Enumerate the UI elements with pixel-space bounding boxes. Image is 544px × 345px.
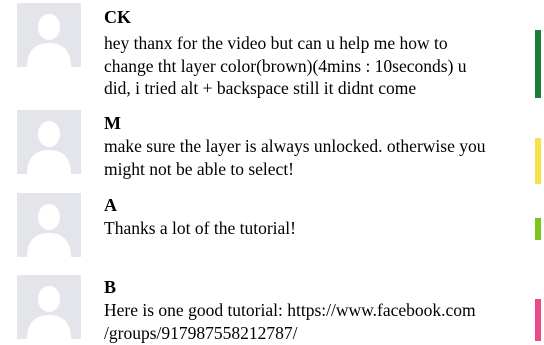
- comment-item: M make sure the layer is always unlocked…: [0, 110, 544, 190]
- comment-item: CK hey thanx for the video but can u hel…: [0, 0, 544, 108]
- status-bar: [535, 218, 541, 240]
- comment-item: B Here is one good tutorial: https://www…: [0, 275, 544, 345]
- comment-text: hey thanx for the video but can u help m…: [104, 33, 467, 98]
- user-silhouette-icon: [17, 110, 81, 174]
- comment-author[interactable]: CK: [104, 6, 131, 28]
- comment-text: Thanks a lot of the tutorial!: [104, 218, 296, 238]
- comment-text: make sure the layer is always unlocked. …: [104, 136, 486, 179]
- user-silhouette-icon: [17, 3, 81, 67]
- comment-item: A Thanks a lot of the tutorial!: [0, 193, 544, 273]
- status-bar: [535, 138, 541, 184]
- comment-author[interactable]: B: [104, 276, 116, 298]
- comment-author[interactable]: M: [104, 112, 121, 134]
- user-silhouette-icon: [17, 275, 81, 339]
- status-bar: [535, 30, 541, 98]
- avatar[interactable]: [17, 275, 81, 339]
- user-silhouette-icon: [17, 193, 81, 257]
- avatar[interactable]: [17, 110, 81, 174]
- status-bar: [535, 299, 541, 341]
- avatar[interactable]: [17, 3, 81, 67]
- avatar[interactable]: [17, 193, 81, 257]
- comment-author[interactable]: A: [104, 194, 117, 216]
- comment-text: Here is one good tutorial: https://www.f…: [104, 300, 476, 343]
